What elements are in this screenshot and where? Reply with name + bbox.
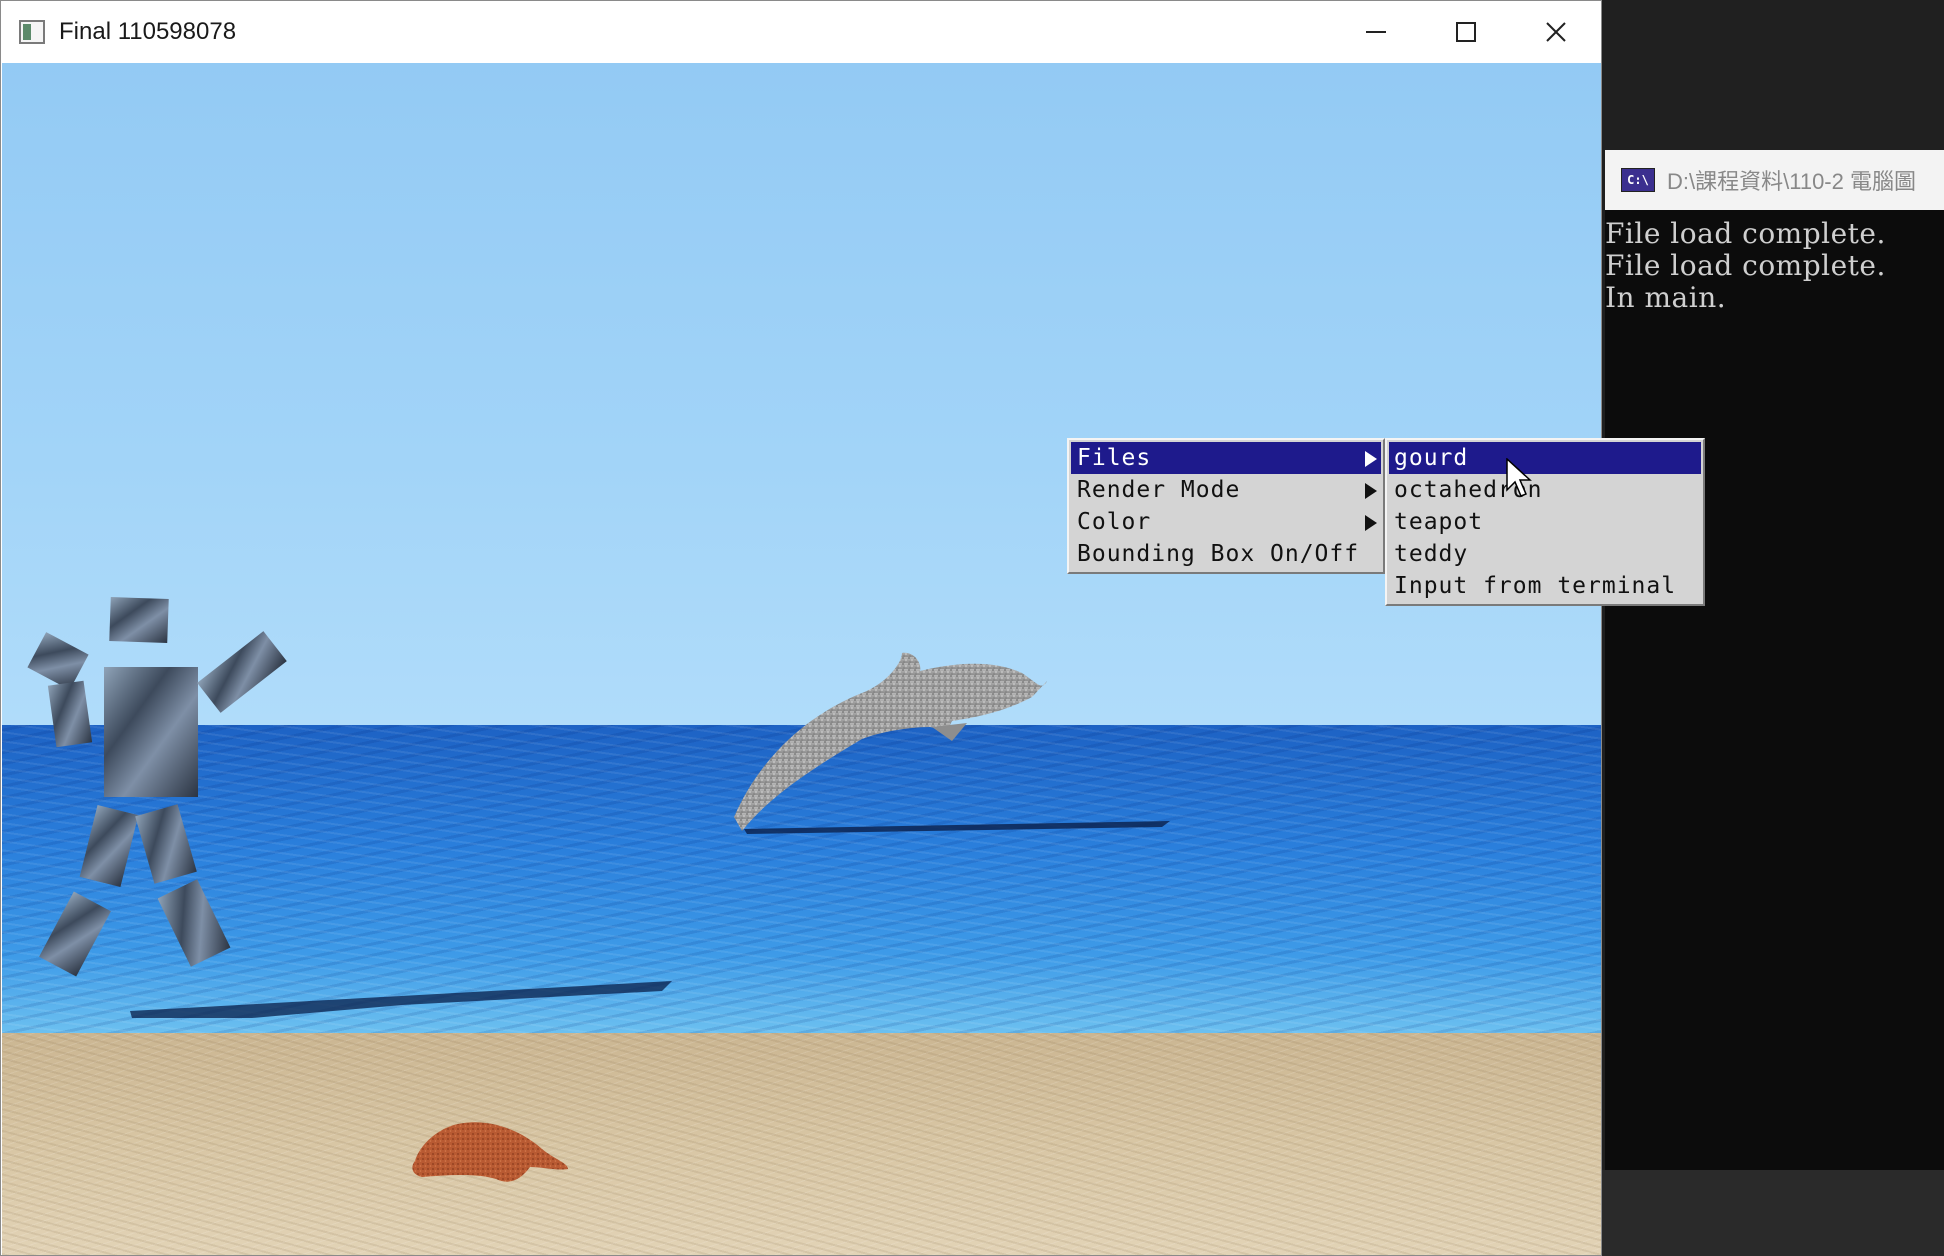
starfish bbox=[412, 1122, 568, 1182]
app-icon bbox=[19, 20, 45, 44]
submenu-arrow-icon bbox=[1365, 483, 1377, 499]
submenu-arrow-icon bbox=[1365, 451, 1377, 467]
opengl-scene[interactable] bbox=[2, 63, 1601, 1255]
menu-item-label: Bounding Box On/Off bbox=[1077, 541, 1360, 567]
menu-item-label: Color bbox=[1077, 509, 1152, 535]
files-submenu[interactable]: gourd octahedron teapot teddy Input from… bbox=[1385, 438, 1705, 606]
mouse-pointer-icon bbox=[1506, 458, 1532, 497]
console-title: D:\課程資料\110-2 電腦圖 bbox=[1667, 169, 1916, 194]
submenu-item-teddy[interactable]: teddy bbox=[1389, 538, 1701, 570]
window-title: Final 110598078 bbox=[59, 18, 237, 45]
robot-shadow bbox=[130, 981, 672, 1018]
maximize-icon bbox=[1456, 22, 1476, 42]
console-line: File load complete. bbox=[1605, 249, 1886, 282]
submenu-item-gourd[interactable]: gourd bbox=[1389, 442, 1701, 474]
submenu-arrow-icon bbox=[1365, 515, 1377, 531]
submenu-item-label: Input from terminal bbox=[1394, 573, 1677, 599]
console-titlebar[interactable]: C:\ D:\課程資料\110-2 電腦圖 bbox=[1605, 150, 1944, 210]
close-icon bbox=[1546, 22, 1566, 42]
console-window[interactable]: C:\ D:\課程資料\110-2 電腦圖 File load complete… bbox=[1605, 150, 1944, 1170]
console-line: File load complete. bbox=[1605, 217, 1886, 250]
context-menu[interactable]: Files Render Mode Color Bounding Box On/… bbox=[1067, 438, 1385, 574]
title-bar[interactable]: Final 110598078 bbox=[1, 1, 1601, 63]
desktop-background bbox=[1602, 0, 1944, 150]
dolphin-shadow bbox=[744, 821, 1170, 834]
submenu-item-input-from-terminal[interactable]: Input from terminal bbox=[1389, 570, 1701, 602]
menu-item-files[interactable]: Files bbox=[1071, 442, 1381, 474]
menu-item-label: Render Mode bbox=[1077, 477, 1241, 503]
menu-item-render-mode[interactable]: Render Mode bbox=[1071, 474, 1381, 506]
console-icon: C:\ bbox=[1621, 168, 1655, 192]
submenu-item-label: teapot bbox=[1394, 509, 1484, 535]
minimize-button[interactable] bbox=[1331, 1, 1421, 63]
scene-objects bbox=[27, 597, 1170, 1182]
robot bbox=[27, 597, 287, 977]
menu-item-label: Files bbox=[1077, 445, 1152, 471]
maximize-button[interactable] bbox=[1421, 1, 1511, 63]
submenu-item-teapot[interactable]: teapot bbox=[1389, 506, 1701, 538]
main-window[interactable]: Final 110598078 bbox=[0, 0, 1602, 1256]
submenu-item-label: gourd bbox=[1394, 445, 1469, 471]
menu-item-color[interactable]: Color bbox=[1071, 506, 1381, 538]
console-line: In main. bbox=[1605, 281, 1727, 314]
submenu-item-label: teddy bbox=[1394, 541, 1469, 567]
submenu-item-octahedron[interactable]: octahedron bbox=[1389, 474, 1701, 506]
taskbar-area bbox=[1602, 1170, 1944, 1256]
console-output: File load complete. File load complete. In… bbox=[1605, 210, 1944, 314]
close-button[interactable] bbox=[1511, 1, 1601, 63]
dolphin bbox=[734, 652, 1047, 831]
menu-item-bounding-box[interactable]: Bounding Box On/Off bbox=[1071, 538, 1381, 570]
minimize-icon bbox=[1366, 31, 1386, 33]
